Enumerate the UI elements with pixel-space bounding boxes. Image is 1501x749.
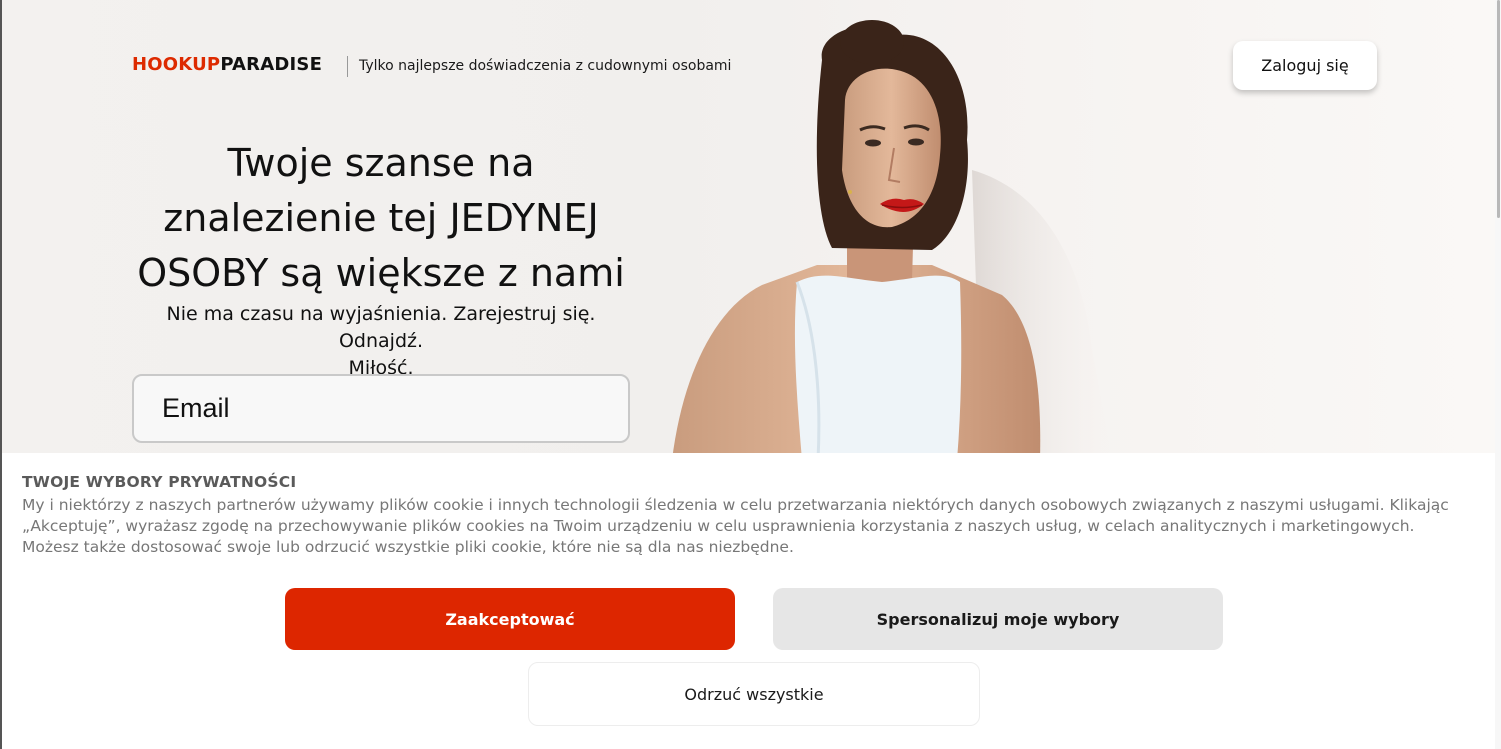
- customize-cookies-button[interactable]: Spersonalizuj moje wybory: [773, 588, 1223, 650]
- logo-part-hookup: HOOKUP: [132, 54, 221, 75]
- hero-subtitle-line: Nie ma czasu na wyjaśnienia. Zarejestruj…: [166, 303, 596, 352]
- login-button[interactable]: Zaloguj się: [1233, 41, 1377, 90]
- header-divider: [347, 56, 348, 77]
- accept-cookies-button[interactable]: Zaakceptować: [285, 588, 735, 650]
- email-field[interactable]: [132, 374, 630, 443]
- cookie-banner-text: My i niektórzy z naszych partnerów używa…: [22, 496, 1449, 556]
- page-scrollbar[interactable]: [1495, 0, 1501, 749]
- cookie-consent-banner: TWOJE WYBORY PRYWATNOŚCI My i niektórzy …: [2, 453, 1497, 749]
- landing-page: HOOKUPPARADISE Tylko najlepsze doświadcz…: [0, 0, 1501, 749]
- hero-title-line: OSOBY są większe z nami: [137, 251, 625, 295]
- hero-woman-image: [672, 20, 1112, 460]
- hero-subtitle: Nie ma czasu na wyjaśnienia. Zarejestruj…: [132, 301, 630, 382]
- scrollbar-thumb[interactable]: [1497, 0, 1500, 218]
- hero-title: Twoje szanse na znalezienie tej JEDYNEJ …: [132, 136, 630, 301]
- logo-part-paradise: PARADISE: [220, 54, 323, 75]
- cookie-banner-title: TWOJE WYBORY PRYWATNOŚCI: [22, 473, 297, 491]
- hero-title-line: znalezienie tej JEDYNEJ: [163, 196, 599, 240]
- site-logo[interactable]: HOOKUPPARADISE: [132, 54, 322, 75]
- hero-title-line: Twoje szanse na: [227, 141, 535, 185]
- reject-all-cookies-button[interactable]: Odrzuć wszystkie: [528, 662, 980, 726]
